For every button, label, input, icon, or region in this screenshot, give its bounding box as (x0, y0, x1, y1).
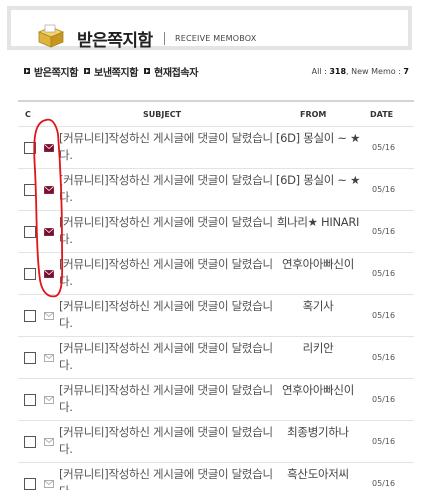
memo-select-checkbox[interactable] (24, 226, 36, 238)
memo-row[interactable]: [커뮤니티]작성하신 게시글에 댓글이 달렸습니다. 연후아아빠신이 05/16 (18, 378, 414, 420)
column-header-from: FROM (300, 110, 327, 119)
unread-mail-icon (44, 228, 54, 236)
memo-date: 05/16 (372, 395, 396, 404)
memo-sender[interactable]: [6D] 몽실이 ~ ★ (270, 130, 366, 147)
memo-count-summary: All : 318, New Memo : 7 (312, 67, 409, 76)
memo-select-checkbox[interactable] (24, 184, 36, 196)
memo-row[interactable]: [커뮤니티]작성하신 게시글에 댓글이 달렸습니다. [6D] 몽실이 ~ ★ 05… (18, 126, 414, 168)
memo-list: [커뮤니티]작성하신 게시글에 댓글이 달렸습니다. [6D] 몽실이 ~ ★ 05… (18, 126, 414, 490)
nav-label: 보낸쪽지함 (94, 67, 139, 79)
memo-select-checkbox[interactable] (24, 310, 36, 322)
new-label: , New Memo : (346, 67, 401, 76)
all-count: 318 (329, 67, 347, 76)
memo-row[interactable]: [커뮤니티]작성하신 게시글에 댓글이 달렸습니다. 최종병기하나 05/16 (18, 420, 414, 462)
memo-sender[interactable]: 리키안 (270, 340, 366, 357)
memo-date: 05/16 (372, 437, 396, 446)
memo-subject-link[interactable]: [커뮤니티]작성하신 게시글에 댓글이 달렸습니다. (59, 214, 273, 248)
memo-row[interactable]: [커뮤니티]작성하신 게시글에 댓글이 달렸습니다. 희나리★ HINARI 05/… (18, 210, 414, 252)
memo-subject-link[interactable]: [커뮤니티]작성하신 게시글에 댓글이 달렸습니다. (59, 424, 273, 458)
memo-subject-link[interactable]: [커뮤니티]작성하신 게시글에 댓글이 달렸습니다. (59, 340, 273, 374)
memo-row[interactable]: [커뮤니티]작성하신 게시글에 댓글이 달렸습니다. 리키안 05/16 (18, 336, 414, 378)
unread-mail-icon (44, 144, 54, 152)
memo-row[interactable]: [커뮤니티]작성하신 게시글에 댓글이 달렸습니다. 연후아아빠신이 05/16 (18, 252, 414, 294)
memo-sender[interactable]: [6D] 몽실이 ~ ★ (270, 172, 366, 189)
arrow-bullet-icon (144, 68, 151, 74)
all-label: All : (311, 67, 327, 76)
memo-row[interactable]: [커뮤니티]작성하신 게시글에 댓글이 달렸습니다. [6D] 몽실이 ~ ★ 05… (18, 168, 414, 210)
memo-sender[interactable]: 최종병기하나 (270, 424, 366, 441)
nav-current-users[interactable]: 현재접속자 (144, 64, 198, 79)
memo-subject-link[interactable]: [커뮤니티]작성하신 게시글에 댓글이 달렸습니다. (59, 298, 273, 332)
memo-box-icon (37, 24, 65, 48)
memo-date: 05/16 (372, 479, 396, 488)
read-mail-icon (44, 480, 54, 488)
memo-date: 05/16 (372, 227, 396, 236)
nav-sent-memos[interactable]: 보낸쪽지함 (84, 64, 138, 79)
memo-row[interactable]: [커뮤니티]작성하신 게시글에 댓글이 달렸습니다.흑산도아저씨 05/16 (18, 462, 414, 490)
memo-sender[interactable]: 흑산도아저씨 (270, 466, 366, 483)
memo-select-checkbox[interactable] (24, 268, 36, 280)
new-count: 7 (403, 67, 409, 76)
memo-select-checkbox[interactable] (24, 142, 36, 154)
nav-label: 받은쪽지함 (34, 67, 79, 79)
arrow-bullet-icon (84, 68, 91, 74)
read-mail-icon (44, 396, 54, 404)
page-title: 받은쪽지함 (77, 31, 153, 51)
column-header-date: DATE (370, 110, 394, 119)
memo-date: 05/16 (372, 269, 396, 278)
memo-select-checkbox[interactable] (24, 394, 36, 406)
memo-subject-link[interactable]: [커뮤니티]작성하신 게시글에 댓글이 달렸습니다. (59, 466, 273, 490)
unread-mail-icon (44, 270, 54, 278)
memobox-header: 받은쪽지함 RECEIVE MEMOBOX (7, 6, 412, 51)
read-mail-icon (44, 312, 54, 320)
memo-subject-link[interactable]: [커뮤니티]작성하신 게시글에 댓글이 달렸습니다. (59, 130, 273, 164)
memo-sender[interactable]: 혹기사 (270, 298, 366, 315)
memo-nav: 받은쪽지함 보낸쪽지함 현재접속자 (24, 64, 204, 79)
memo-date: 05/16 (372, 143, 396, 152)
unread-mail-icon (44, 186, 54, 194)
memo-sender[interactable]: 연후아아빠신이 (270, 256, 366, 273)
memo-select-checkbox[interactable] (24, 478, 36, 490)
memo-select-checkbox[interactable] (24, 352, 36, 364)
memo-select-checkbox[interactable] (24, 436, 36, 448)
column-header-subject: SUBJECT (143, 110, 182, 119)
read-mail-icon (44, 438, 54, 446)
memo-date: 05/16 (372, 185, 396, 194)
memo-sender[interactable]: 희나리★ HINARI (270, 214, 366, 231)
column-header-check: C (25, 110, 31, 119)
memo-subject-link[interactable]: [커뮤니티]작성하신 게시글에 댓글이 달렸습니다. (59, 172, 273, 206)
memo-date: 05/16 (372, 353, 396, 362)
memo-subject-link[interactable]: [커뮤니티]작성하신 게시글에 댓글이 달렸습니다. (59, 382, 273, 416)
memo-row[interactable]: [커뮤니티]작성하신 게시글에 댓글이 달렸습니다. 혹기사 05/16 (18, 294, 414, 336)
page-subtitle: RECEIVE MEMOBOX (175, 34, 257, 43)
memo-date: 05/16 (372, 311, 396, 320)
read-mail-icon (44, 354, 54, 362)
nav-received-memos[interactable]: 받은쪽지함 (24, 64, 78, 79)
header-divider (164, 32, 165, 45)
memo-subject-link[interactable]: [커뮤니티]작성하신 게시글에 댓글이 달렸습니다. (59, 256, 273, 290)
nav-label: 현재접속자 (154, 67, 199, 79)
table-header: C SUBJECT FROM DATE (18, 102, 414, 126)
arrow-bullet-icon (24, 68, 30, 74)
memo-sender[interactable]: 연후아아빠신이 (270, 382, 366, 399)
